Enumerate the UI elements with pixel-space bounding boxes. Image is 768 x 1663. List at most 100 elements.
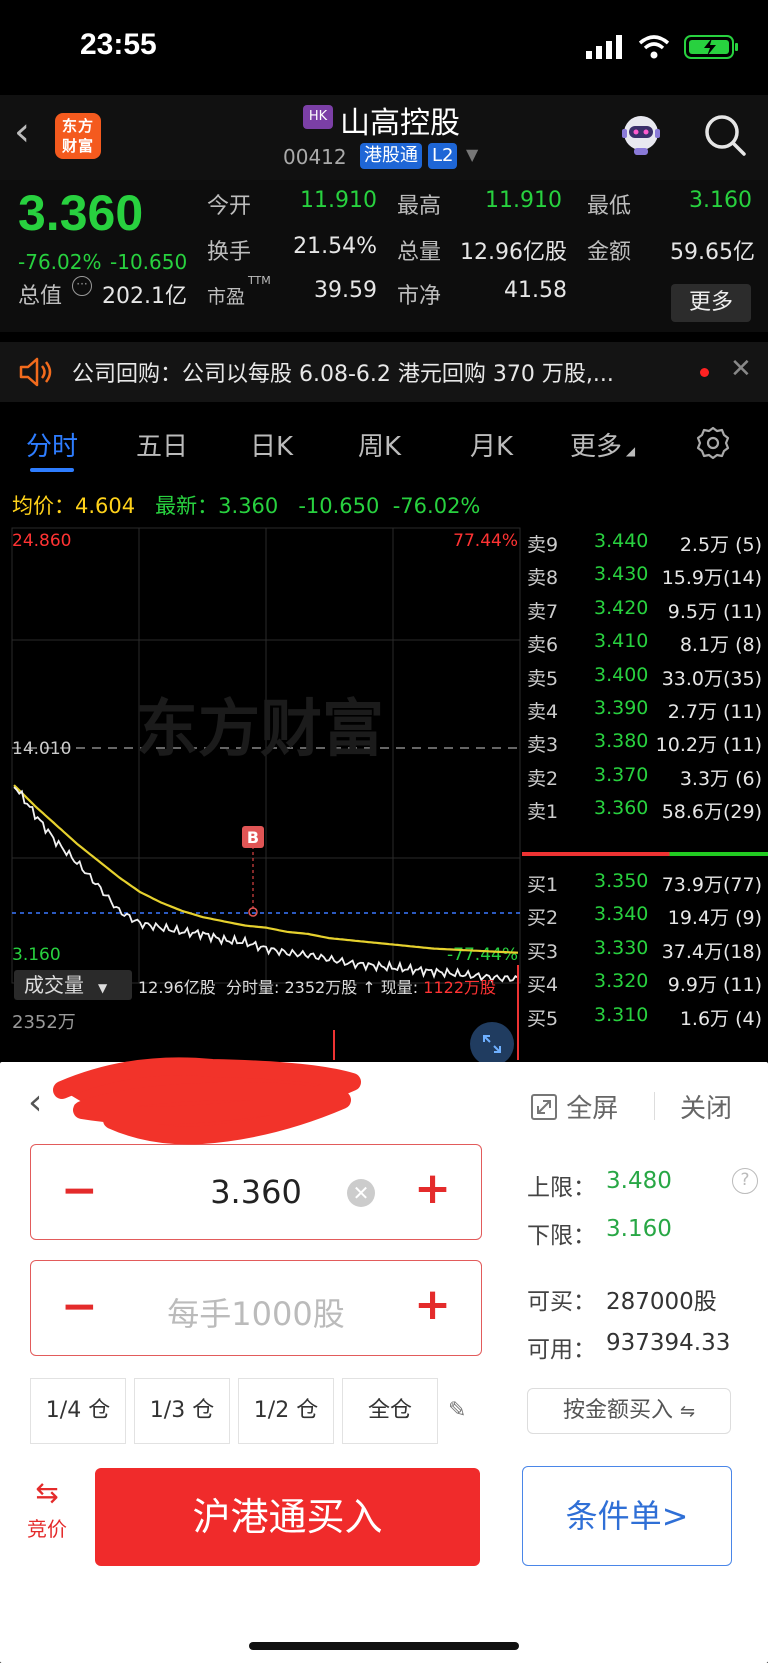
y-axis-mid: 14.010: [12, 739, 71, 759]
tab-five-day[interactable]: 五日: [136, 426, 188, 463]
tab-daily-k[interactable]: 日K: [250, 426, 293, 463]
tab-monthly-k[interactable]: 月K: [470, 426, 513, 463]
level-price: 3.360: [594, 797, 649, 820]
ask-row[interactable]: 卖2 3.370 3.3万 (6): [522, 764, 768, 798]
level-volume: 2.7万 (11): [667, 701, 762, 723]
back-icon[interactable]: ‹: [14, 109, 54, 159]
level-volume: 1.6万 (4): [679, 1007, 762, 1030]
close-icon[interactable]: ✕: [730, 354, 752, 384]
ask-row[interactable]: 卖3 3.380 10.2万 (11): [522, 730, 768, 764]
lower-limit-value: 3.160: [606, 1216, 672, 1242]
bid-row[interactable]: 买1 3.350 73.9万(77): [522, 870, 768, 904]
level-price: 3.420: [594, 596, 649, 619]
level-label: 卖3: [527, 734, 559, 757]
stock-header: ‹ 东方 财富 HK 山高控股 00412 港股通 L2 ▼: [0, 95, 768, 180]
ask-row[interactable]: 卖9 3.440 2.5万 (5): [522, 530, 768, 564]
stock-name[interactable]: 山高控股: [340, 98, 460, 142]
stock-code: 00412: [283, 145, 347, 169]
position-full-button[interactable]: 全仓: [342, 1378, 438, 1444]
ask-row[interactable]: 卖7 3.420 9.5万 (11): [522, 597, 768, 631]
help-icon[interactable]: ?: [732, 1168, 758, 1194]
level-label: 卖9: [527, 534, 559, 556]
home-indicator[interactable]: [249, 1642, 519, 1650]
tab-intraday[interactable]: 分时: [26, 426, 78, 463]
robot-assistant-icon[interactable]: [618, 111, 664, 157]
qty-plus-button[interactable]: +: [414, 1279, 451, 1330]
conditional-order-button[interactable]: 条件单>: [522, 1466, 732, 1566]
ask-row[interactable]: 卖4 3.390 2.7万 (11): [522, 697, 768, 731]
level-label: 卖5: [527, 667, 559, 690]
notice-text: 公司回购：公司以每股 6.08-6.2 港元回购 370 万股,...: [72, 362, 614, 387]
app-logo: 东方 财富: [55, 113, 101, 159]
wifi-icon: [638, 35, 670, 59]
level-label: 卖6: [527, 634, 559, 657]
level-volume: 33.0万(35): [661, 667, 762, 690]
level-price: 3.400: [594, 663, 649, 686]
level-volume: 8.1万 (8): [679, 634, 762, 657]
fullscreen-icon: [531, 1094, 557, 1120]
bid-row[interactable]: 买3 3.330 37.4万(18): [522, 937, 768, 971]
level-price: 3.350: [594, 870, 649, 892]
quote-panel: 3.360 -76.02% -10.650 今开 11.910 最高 11.91…: [0, 180, 768, 332]
low-value: 3.160: [689, 188, 752, 213]
level-price: 3.310: [594, 1003, 649, 1026]
position-quarter-button[interactable]: 1/4 仓: [30, 1378, 126, 1444]
speaker-icon: [19, 357, 52, 387]
ask-row[interactable]: 卖1 3.360 58.6万(29): [522, 797, 768, 831]
buy-button[interactable]: 沪港通买入: [95, 1468, 480, 1566]
edit-icon[interactable]: ✎: [448, 1398, 466, 1423]
more-dots-icon[interactable]: ···: [72, 276, 92, 296]
level-volume: 3.3万 (6): [679, 767, 762, 790]
open-value: 11.910: [300, 188, 377, 213]
position-third-button[interactable]: 1/3 仓: [134, 1378, 230, 1444]
notice-bar[interactable]: 公司回购：公司以每股 6.08-6.2 港元回购 370 万股,... ✕: [0, 342, 768, 402]
close-button[interactable]: 关闭: [680, 1088, 732, 1125]
last-price: 3.360: [18, 185, 144, 241]
status-icons: [586, 34, 740, 60]
fullscreen-button[interactable]: 全屏: [530, 1088, 618, 1125]
watermark: 东方财富: [136, 692, 384, 765]
bid-row[interactable]: 买5 3.310 1.6万 (4): [522, 1004, 768, 1038]
price-plus-button[interactable]: +: [414, 1163, 451, 1214]
buy-by-amount-button[interactable]: 按金额买入 ⇋: [527, 1388, 731, 1434]
search-icon[interactable]: [703, 113, 747, 157]
chart-info-line: 均价：4.604 最新：3.360 -10.650 -76.02%: [12, 494, 481, 518]
level-price: 3.390: [594, 697, 649, 719]
level-price: 3.380: [594, 730, 649, 753]
back-icon[interactable]: ‹: [28, 1082, 42, 1123]
level-volume: 58.6万(29): [661, 801, 762, 824]
clear-icon[interactable]: ✕: [347, 1179, 375, 1207]
level-label: 卖8: [527, 567, 559, 590]
bid-ask-ratio-bar: [522, 852, 768, 856]
bid-row[interactable]: 买2 3.340 19.4万 (9): [522, 903, 768, 937]
ask-row[interactable]: 卖8 3.430 15.9万(14): [522, 563, 768, 597]
price-stepper: − 3.360 ✕ +: [30, 1144, 482, 1240]
swap-arrows-icon: ⇆: [35, 1476, 59, 1509]
ask-row[interactable]: 卖6 3.410 8.1万 (8): [522, 630, 768, 664]
ask-row[interactable]: 卖5 3.400 33.0万(35): [522, 664, 768, 698]
mktcap-label: 总值: [18, 284, 63, 309]
turnover-value: 21.54%: [293, 234, 377, 259]
divider: [654, 1092, 655, 1120]
settings-gear-icon[interactable]: [696, 426, 730, 460]
available-label: 可用：: [527, 1337, 596, 1363]
buy-marker-label: B: [247, 828, 259, 847]
level-label: 卖7: [527, 600, 559, 623]
level-label: 卖1: [527, 801, 559, 824]
level-label: 买2: [527, 907, 559, 930]
y-axis-bottom: 3.160: [12, 945, 61, 965]
position-half-button[interactable]: 1/2 仓: [238, 1378, 334, 1444]
active-tab-indicator: [30, 468, 74, 472]
level-volume: 9.5万 (11): [667, 600, 762, 623]
auction-toggle[interactable]: ⇆ 竞价: [22, 1476, 72, 1542]
chevron-down-icon[interactable]: ▼: [466, 145, 478, 164]
tab-more[interactable]: 更多 ◢: [570, 426, 635, 463]
expand-chart-button[interactable]: [470, 1022, 514, 1066]
more-button[interactable]: 更多: [671, 284, 751, 322]
level-price: 3.370: [594, 763, 649, 786]
change-amount: -10.650: [110, 250, 188, 274]
tab-weekly-k[interactable]: 周K: [358, 426, 401, 463]
redaction-scribble: [53, 1057, 361, 1145]
level-label: 卖2: [527, 767, 559, 790]
volume-selector[interactable]: 成交量 ▼: [14, 970, 132, 1000]
